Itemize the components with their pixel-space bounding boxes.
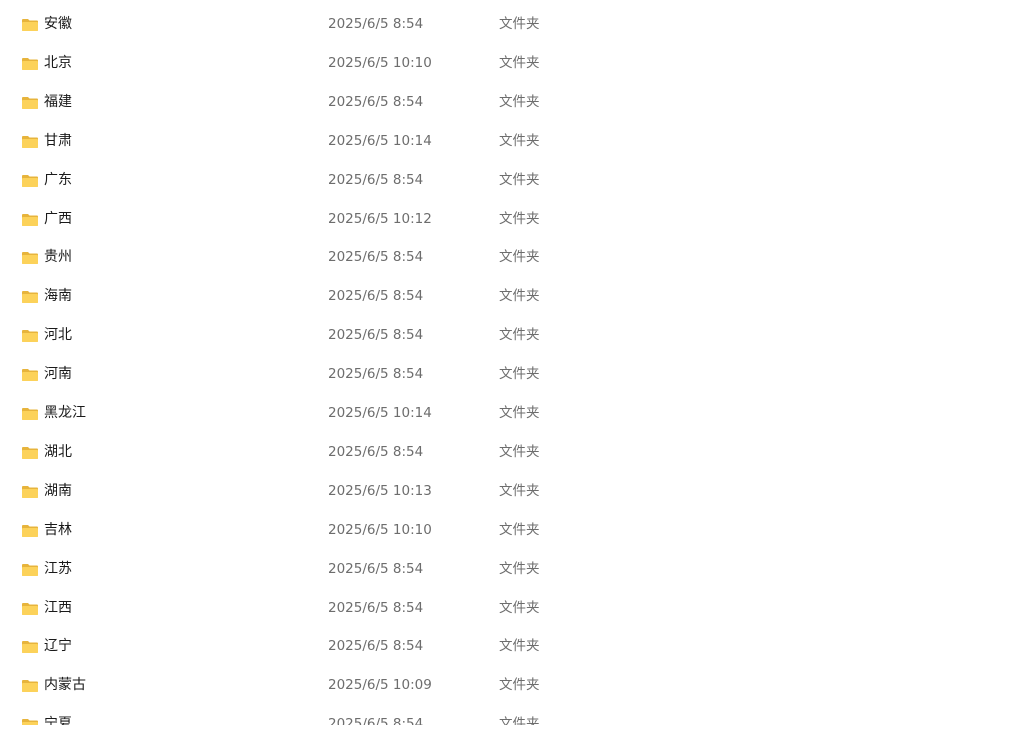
folder-icon bbox=[22, 524, 38, 537]
folder-icon bbox=[22, 135, 38, 148]
file-name: 安徽 bbox=[44, 16, 72, 32]
file-name: 江西 bbox=[44, 599, 72, 616]
file-type: 文件夹 bbox=[499, 638, 540, 655]
folder-icon bbox=[22, 57, 38, 70]
file-name: 黑龙江 bbox=[44, 405, 86, 421]
file-row[interactable]: 湖南 2025/6/5 10:13 文件夹 bbox=[0, 472, 1024, 511]
date-modified: 2025/6/5 8:54 bbox=[328, 599, 424, 616]
file-row[interactable]: 广西 2025/6/5 10:12 文件夹 bbox=[0, 200, 1024, 239]
file-name: 宁夏 bbox=[44, 716, 72, 725]
folder-icon bbox=[22, 252, 38, 265]
date-modified: 2025/6/5 8:54 bbox=[328, 16, 424, 32]
folder-icon bbox=[22, 291, 38, 304]
file-row[interactable]: 辽宁 2025/6/5 8:54 文件夹 bbox=[0, 627, 1024, 666]
file-row[interactable]: 贵州 2025/6/5 8:54 文件夹 bbox=[0, 238, 1024, 277]
file-row[interactable]: 福建 2025/6/5 8:54 文件夹 bbox=[0, 83, 1024, 122]
date-modified: 2025/6/5 10:10 bbox=[328, 54, 432, 71]
folder-icon bbox=[22, 408, 38, 420]
file-type: 文件夹 bbox=[499, 288, 540, 305]
folder-icon bbox=[22, 446, 38, 459]
file-name: 湖南 bbox=[44, 482, 72, 499]
folder-icon bbox=[22, 641, 38, 654]
date-modified: 2025/6/5 8:54 bbox=[328, 638, 424, 655]
file-name: 辽宁 bbox=[44, 638, 72, 655]
folder-icon bbox=[22, 369, 38, 382]
file-row[interactable]: 海南 2025/6/5 8:54 文件夹 bbox=[0, 277, 1024, 316]
file-row[interactable]: 湖北 2025/6/5 8:54 文件夹 bbox=[0, 433, 1024, 472]
date-modified: 2025/6/5 8:54 bbox=[328, 327, 424, 344]
date-modified: 2025/6/5 10:14 bbox=[328, 132, 432, 149]
file-row[interactable]: 内蒙古 2025/6/5 10:09 文件夹 bbox=[0, 666, 1024, 705]
date-modified: 2025/6/5 8:54 bbox=[328, 366, 424, 383]
file-type: 文件夹 bbox=[499, 171, 540, 188]
file-row[interactable]: 安徽 2025/6/5 8:54 文件夹 bbox=[0, 5, 1024, 44]
file-name: 吉林 bbox=[44, 521, 72, 538]
file-type: 文件夹 bbox=[499, 132, 540, 149]
file-row[interactable]: 河南 2025/6/5 8:54 文件夹 bbox=[0, 355, 1024, 394]
file-row[interactable]: 北京 2025/6/5 10:10 文件夹 bbox=[0, 44, 1024, 83]
file-name: 甘肃 bbox=[44, 132, 72, 149]
file-row[interactable]: 甘肃 2025/6/5 10:14 文件夹 bbox=[0, 122, 1024, 161]
file-type: 文件夹 bbox=[499, 16, 540, 32]
file-name: 北京 bbox=[44, 54, 72, 71]
folder-icon bbox=[22, 563, 38, 576]
file-type: 文件夹 bbox=[499, 93, 540, 110]
file-type: 文件夹 bbox=[499, 405, 540, 421]
file-type: 文件夹 bbox=[499, 249, 540, 266]
date-modified: 2025/6/5 10:13 bbox=[328, 482, 432, 499]
date-modified: 2025/6/5 8:54 bbox=[328, 93, 424, 110]
file-name: 河北 bbox=[44, 327, 72, 344]
file-type: 文件夹 bbox=[499, 54, 540, 71]
folder-icon bbox=[22, 330, 38, 343]
file-row[interactable]: 广东 2025/6/5 8:54 文件夹 bbox=[0, 161, 1024, 200]
folder-icon bbox=[22, 213, 38, 226]
file-type: 文件夹 bbox=[499, 443, 540, 460]
folder-icon bbox=[22, 96, 38, 109]
file-type: 文件夹 bbox=[499, 599, 540, 616]
file-row[interactable]: 江苏 2025/6/5 8:54 文件夹 bbox=[0, 550, 1024, 589]
file-name: 内蒙古 bbox=[44, 677, 86, 694]
date-modified: 2025/6/5 8:54 bbox=[328, 171, 424, 188]
date-modified: 2025/6/5 8:54 bbox=[328, 249, 424, 266]
date-modified: 2025/6/5 10:12 bbox=[328, 210, 432, 227]
date-modified: 2025/6/5 10:10 bbox=[328, 521, 432, 538]
folder-icon bbox=[22, 719, 38, 725]
date-modified: 2025/6/5 10:14 bbox=[328, 405, 432, 421]
date-modified: 2025/6/5 8:54 bbox=[328, 443, 424, 460]
date-modified: 2025/6/5 8:54 bbox=[328, 288, 424, 305]
file-name: 广东 bbox=[44, 171, 72, 188]
date-modified: 2025/6/5 8:54 bbox=[328, 560, 424, 577]
file-type: 文件夹 bbox=[499, 716, 540, 725]
file-name: 河南 bbox=[44, 366, 72, 383]
file-name: 湖北 bbox=[44, 443, 72, 460]
file-type: 文件夹 bbox=[499, 560, 540, 577]
file-name: 江苏 bbox=[44, 560, 72, 577]
file-row[interactable]: 河北 2025/6/5 8:54 文件夹 bbox=[0, 316, 1024, 355]
file-type: 文件夹 bbox=[499, 482, 540, 499]
folder-icon bbox=[22, 485, 38, 498]
file-row[interactable]: 吉林 2025/6/5 10:10 文件夹 bbox=[0, 511, 1024, 550]
file-type: 文件夹 bbox=[499, 521, 540, 538]
file-row[interactable]: 宁夏 2025/6/5 8:54 文件夹 bbox=[0, 705, 1024, 725]
file-name: 海南 bbox=[44, 288, 72, 305]
folder-icon bbox=[22, 602, 38, 615]
folder-icon bbox=[22, 680, 38, 693]
file-name: 福建 bbox=[44, 93, 72, 110]
date-modified: 2025/6/5 10:09 bbox=[328, 677, 432, 694]
date-modified: 2025/6/5 8:54 bbox=[328, 716, 424, 725]
file-type: 文件夹 bbox=[499, 327, 540, 344]
file-type: 文件夹 bbox=[499, 210, 540, 227]
file-name: 广西 bbox=[44, 210, 72, 227]
file-row[interactable]: 江西 2025/6/5 8:54 文件夹 bbox=[0, 589, 1024, 628]
file-type: 文件夹 bbox=[499, 677, 540, 694]
folder-icon bbox=[22, 174, 38, 187]
file-list: 安徽 2025/6/5 8:54 文件夹 北京 2025/6/5 10:10 文件夹 福建 2… bbox=[0, 0, 1024, 725]
file-row[interactable]: 黑龙江 2025/6/5 10:14 文件夹 bbox=[0, 394, 1024, 433]
folder-icon bbox=[22, 19, 38, 31]
file-name: 贵州 bbox=[44, 249, 72, 266]
file-type: 文件夹 bbox=[499, 366, 540, 383]
